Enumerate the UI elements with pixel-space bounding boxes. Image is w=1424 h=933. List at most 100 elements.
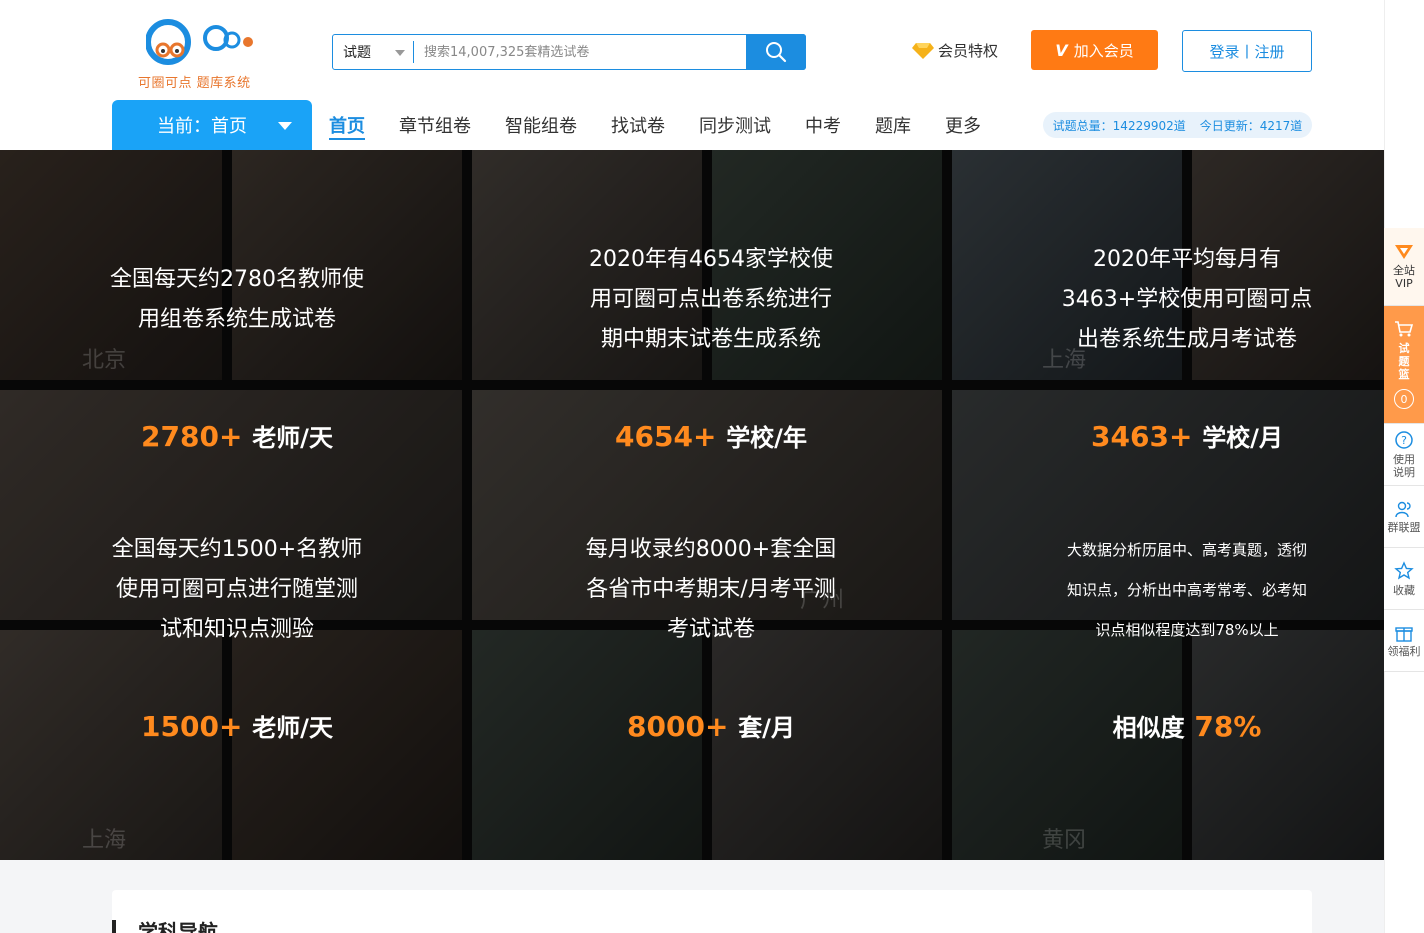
stat-unit: 学校/年 [726, 423, 807, 452]
logo-subtitle: 可圈可点 题库系统 [138, 76, 251, 91]
join-member-label: 加入会员 [1073, 41, 1134, 60]
banner-line: 识点相似程度达到78%以上 [1095, 621, 1279, 639]
search-type-select[interactable]: 试题 [333, 35, 413, 69]
sidebar-group[interactable]: 群联盟 [1384, 486, 1424, 548]
sidebar-cart[interactable]: 试题篮 0 [1384, 306, 1424, 424]
nav-item-tiku[interactable]: 题库 [858, 100, 928, 150]
banner-text-schools-year: 2020年有4654家学校使 用可圈可点出卷系统进行 期中期末试卷生成系统 [474, 240, 948, 360]
banner-line: 2020年平均每月有 [1093, 247, 1281, 272]
users-icon [1395, 501, 1411, 517]
nav-item-zhongkao[interactable]: 中考 [788, 100, 858, 150]
stat-number: 78% [1194, 709, 1262, 743]
star-icon [1394, 560, 1414, 579]
banner-line: 出卷系统生成月考试卷 [1076, 327, 1297, 352]
vip-badge-icon [1395, 245, 1413, 259]
search-type-label: 试题 [343, 45, 371, 61]
main-nav: 首页 章节组卷 智能组卷 找试卷 同步测试 中考 题库 更多 [312, 100, 998, 150]
search-input[interactable] [414, 35, 746, 69]
sidebar-gift[interactable]: 领福利 [1384, 610, 1424, 672]
sidebar-favorite-label: 收藏 [1393, 583, 1415, 597]
banner-text-bigdata: 大数据分析历届中、高考真题，透彻 知识点，分析出中高考常考、必考知 识点相似程度… [950, 530, 1424, 650]
banner-line: 各省市中考期末/月考平测 [586, 577, 836, 602]
stat-schools-year: 4654+ 学校/年 [474, 412, 948, 458]
sidebar-gift-label: 领福利 [1387, 644, 1421, 658]
site-header: 可圈可点 题库系统 试题 会员特权 V 加入会员 登录丨注册 当前：首页 首 [0, 0, 1384, 150]
hero-banner: 北京 上海 广州 上海 黄冈 全国每天约2780名教师使 用组卷系统生成试卷 2… [0, 150, 1384, 860]
banner-line: 3463+学校使用可圈可点 [1061, 287, 1313, 312]
search-icon [766, 42, 787, 63]
banner-line: 知识点，分析出中高考常考、必考知 [1066, 581, 1307, 599]
stat-number: 2780+ [141, 419, 243, 453]
stat-teachers-day: 2780+ 老师/天 [0, 412, 474, 458]
stats-today: 今日更新：4217道 [1199, 118, 1303, 133]
site-logo[interactable]: 可圈可点 题库系统 [138, 12, 268, 91]
vip-v-icon: V [1055, 40, 1068, 60]
city-watermark: 黄冈 [1042, 828, 1087, 853]
stat-papers-month: 8000+ 套/月 [474, 702, 948, 748]
current-page-dropdown[interactable]: 当前：首页 [112, 100, 312, 150]
stat-prefix: 相似度 [1112, 713, 1185, 742]
current-page-label: 当前：首页 [157, 116, 247, 137]
floating-sidebar: 全站VIP 试题篮 0 ? 使用说明 群联盟 收藏 领福利 [1384, 228, 1424, 672]
nav-item-chapter[interactable]: 章节组卷 [382, 100, 488, 150]
sidebar-cart-label: 试题篮 [1398, 342, 1410, 381]
subject-nav-card: 学科导航 [112, 890, 1312, 933]
banner-line: 每月收录约8000+套全国 [585, 537, 837, 562]
stat-unit: 套/月 [738, 713, 795, 742]
stat-unit: 老师/天 [252, 423, 333, 452]
sidebar-help[interactable]: ? 使用说明 [1384, 424, 1424, 486]
banner-line: 全国每天约1500+名教师 [111, 537, 363, 562]
vip-privileges-link[interactable]: 会员特权 [912, 40, 998, 61]
banner-text-schools-month: 2020年平均每月有 3463+学校使用可圈可点 出卷系统生成月考试卷 [950, 240, 1424, 360]
stats-pill: 试题总量：14229902道 今日更新：4217道 [1043, 112, 1312, 138]
stat-teachers-day-2: 1500+ 老师/天 [0, 702, 474, 748]
banner-line: 用可圈可点出卷系统进行 [589, 287, 832, 312]
search-bar: 试题 [332, 34, 806, 70]
sidebar-vip[interactable]: 全站VIP [1384, 228, 1424, 306]
stat-schools-month: 3463+ 学校/月 [950, 412, 1424, 458]
sidebar-group-label: 群联盟 [1387, 520, 1421, 534]
stat-number: 1500+ [141, 709, 243, 743]
svg-text:?: ? [1401, 434, 1407, 447]
nav-item-smart[interactable]: 智能组卷 [488, 100, 594, 150]
stat-number: 8000+ [627, 709, 729, 743]
banner-line: 期中期末试卷生成系统 [600, 327, 821, 352]
chevron-down-icon [395, 50, 405, 56]
banner-line: 2020年有4654家学校使 [589, 247, 833, 272]
nav-item-home[interactable]: 首页 [312, 100, 382, 150]
nav-item-find-paper[interactable]: 找试卷 [594, 100, 682, 150]
stats-total: 试题总量：14229902道 [1052, 118, 1186, 133]
cart-icon [1395, 321, 1414, 337]
subject-nav-title: 学科导航 [112, 920, 218, 933]
banner-line: 全国每天约2780名教师使 [110, 267, 364, 292]
cart-count-badge: 0 [1394, 389, 1414, 409]
nav-item-sync-test[interactable]: 同步测试 [682, 100, 788, 150]
vip-privileges-label: 会员特权 [938, 42, 999, 60]
banner-text-teachers-test: 全国每天约1500+名教师 使用可圈可点进行随堂测 试和知识点测验 [0, 530, 474, 650]
search-button[interactable] [746, 34, 806, 70]
banner-line: 使用可圈可点进行随堂测 [115, 577, 358, 602]
diamond-icon [912, 42, 934, 59]
banner-line: 试和知识点测验 [159, 617, 314, 642]
nav-item-more[interactable]: 更多 [928, 100, 998, 150]
logo-mark-icon [146, 19, 253, 65]
sidebar-favorite[interactable]: 收藏 [1384, 548, 1424, 610]
banner-line: 大数据分析历届中、高考真题，透彻 [1066, 541, 1307, 559]
city-watermark: 上海 [82, 828, 127, 853]
stat-number: 3463+ [1091, 419, 1193, 453]
stat-number: 4654+ [615, 419, 717, 453]
banner-line: 考试试卷 [666, 617, 755, 642]
question-icon: ? [1395, 431, 1413, 449]
stat-unit: 老师/天 [252, 713, 333, 742]
sidebar-vip-label: 全站VIP [1393, 264, 1415, 290]
banner-text-teachers: 全国每天约2780名教师使 用组卷系统生成试卷 [0, 240, 474, 360]
banner-text-papers: 每月收录约8000+套全国 各省市中考期末/月考平测 考试试卷 [474, 530, 948, 650]
login-register-button[interactable]: 登录丨注册 [1182, 30, 1312, 72]
stat-similarity: 相似度 78% [950, 702, 1424, 748]
banner-line: 用组卷系统生成试卷 [137, 307, 336, 332]
join-member-button[interactable]: V 加入会员 [1031, 30, 1158, 70]
gift-icon [1395, 626, 1413, 642]
chevron-down-icon [278, 122, 292, 130]
stat-unit: 学校/月 [1202, 423, 1283, 452]
sidebar-help-label: 使用说明 [1393, 453, 1415, 479]
